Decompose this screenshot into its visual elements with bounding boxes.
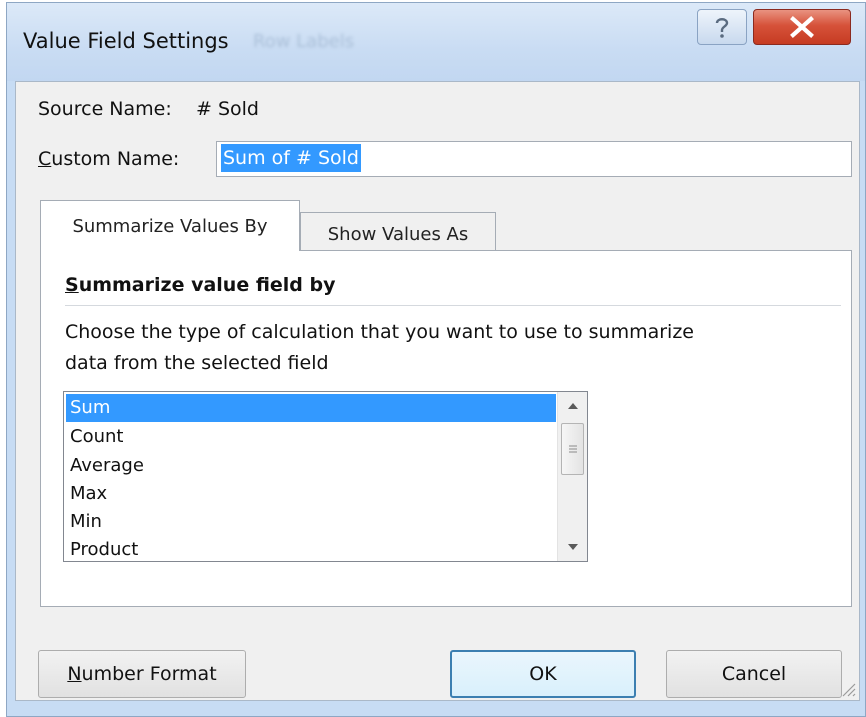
list-item-count[interactable]: Count bbox=[66, 423, 556, 451]
cancel-button[interactable]: Cancel bbox=[666, 650, 842, 698]
section-title-mnemonic: S bbox=[65, 274, 79, 296]
background-text: Row Labels bbox=[253, 31, 355, 52]
custom-name-label: Custom Name: bbox=[38, 148, 179, 170]
dialog-window: Value Field Settings Row Labels Source N… bbox=[6, 2, 866, 717]
section-title-rest: ummarize value field by bbox=[78, 274, 336, 296]
number-format-label-rest: umber Format bbox=[81, 663, 217, 685]
section-title: Summarize value field by bbox=[65, 274, 336, 296]
source-name-label: Source Name: bbox=[38, 98, 172, 120]
summarize-panel: Summarize value field by Choose the type… bbox=[40, 250, 852, 607]
list-item-sum[interactable]: Sum bbox=[66, 394, 556, 422]
arrow-up-icon bbox=[567, 403, 578, 409]
custom-name-value: Sum of # Sold bbox=[221, 144, 361, 172]
source-name-value: # Sold bbox=[196, 98, 259, 120]
dialog-title: Value Field Settings bbox=[23, 29, 229, 53]
resize-grip-icon[interactable] bbox=[839, 680, 857, 698]
ok-button[interactable]: OK bbox=[450, 650, 636, 698]
help-button[interactable] bbox=[697, 9, 747, 45]
list-item-average[interactable]: Average bbox=[66, 452, 556, 480]
custom-name-label-rest: ustom Name: bbox=[51, 148, 180, 170]
dialog-body: Source Name: # Sold Custom Name: Sum of … bbox=[15, 81, 860, 701]
list-item-min[interactable]: Min bbox=[66, 508, 556, 536]
number-format-mnemonic: N bbox=[67, 663, 82, 685]
scroll-thumb[interactable] bbox=[561, 423, 584, 475]
title-bar[interactable]: Value Field Settings Row Labels bbox=[7, 3, 865, 81]
number-format-button[interactable]: Number Format bbox=[38, 650, 246, 698]
scroll-down-button[interactable] bbox=[558, 533, 587, 561]
arrow-down-icon bbox=[567, 544, 578, 550]
section-divider bbox=[65, 305, 841, 306]
list-item-product[interactable]: Product bbox=[66, 536, 556, 561]
list-scrollbar[interactable] bbox=[557, 392, 587, 561]
question-mark-icon bbox=[715, 18, 729, 38]
close-button[interactable] bbox=[753, 9, 851, 45]
description-line-1: Choose the type of calculation that you … bbox=[65, 321, 694, 343]
scroll-up-button[interactable] bbox=[558, 392, 587, 420]
tab-summarize-values-by[interactable]: Summarize Values By bbox=[40, 200, 300, 251]
description-line-2: data from the selected field bbox=[65, 352, 329, 374]
list-item-max[interactable]: Max bbox=[66, 480, 556, 508]
close-x-icon bbox=[790, 16, 814, 38]
grip-lines-icon bbox=[568, 445, 577, 453]
custom-name-field[interactable]: Sum of # Sold bbox=[216, 141, 852, 177]
custom-name-mnemonic: C bbox=[38, 148, 52, 170]
calculation-listbox[interactable]: Sum Count Average Max Min Product bbox=[63, 391, 588, 562]
